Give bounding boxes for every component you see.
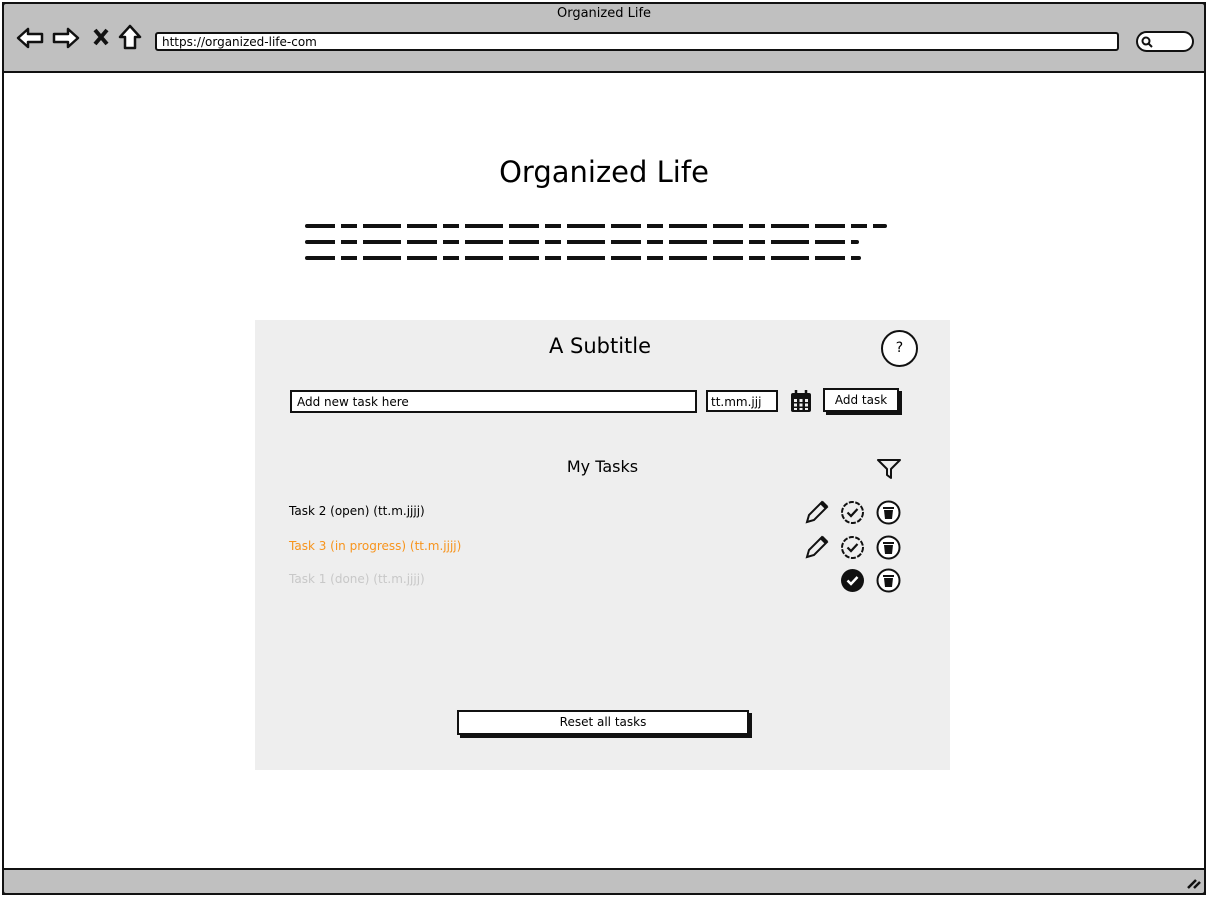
page-title: Organized Life	[499, 155, 709, 189]
edit-pencil-icon[interactable]	[804, 534, 830, 560]
calendar-icon[interactable]	[790, 390, 812, 414]
delete-trash-icon[interactable]	[876, 535, 901, 560]
placeholder-text-line	[305, 224, 887, 228]
task-item-done[interactable]: Task 1 (done) (tt.m.jjjj)	[289, 572, 425, 586]
task-item-open[interactable]: Task 2 (open) (tt.m.jjjj)	[289, 504, 425, 518]
placeholder-text-line	[305, 240, 859, 244]
placeholder-text-line	[305, 256, 861, 260]
done-badge-icon[interactable]	[840, 568, 865, 593]
task-item-in-progress[interactable]: Task 3 (in progress) (tt.m.jjjj)	[289, 539, 461, 553]
task-list-title: My Tasks	[566, 457, 639, 476]
edit-pencil-icon[interactable]	[804, 499, 830, 525]
help-button[interactable]: ?	[881, 330, 918, 367]
filter-icon[interactable]	[876, 458, 902, 480]
panel-subtitle: A Subtitle	[548, 334, 652, 358]
mark-done-icon[interactable]	[840, 500, 865, 525]
new-task-input[interactable]: Add new task here	[290, 390, 697, 413]
add-task-button[interactable]: Add task	[823, 388, 899, 412]
delete-trash-icon[interactable]	[876, 568, 901, 593]
date-input[interactable]: tt.mm.jjj	[706, 390, 778, 412]
reset-tasks-button[interactable]: Reset all tasks	[457, 710, 749, 735]
delete-trash-icon[interactable]	[876, 500, 901, 525]
mark-done-icon[interactable]	[840, 535, 865, 560]
